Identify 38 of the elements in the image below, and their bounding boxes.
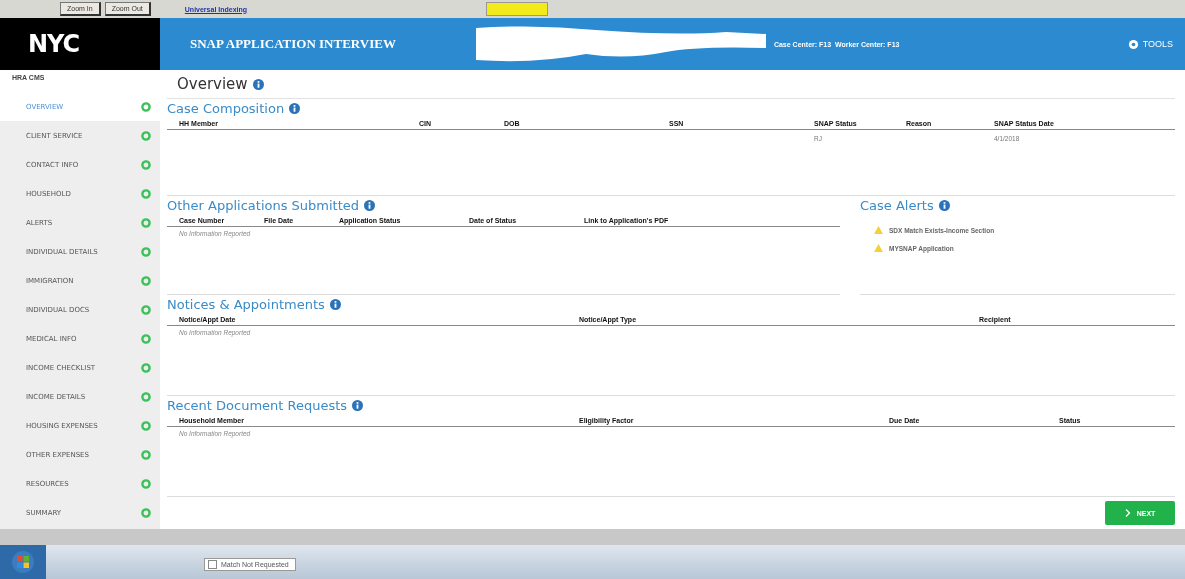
info-icon[interactable] — [352, 399, 364, 411]
warning-icon — [874, 226, 883, 234]
section-title: Case Alerts — [860, 197, 934, 213]
start-button[interactable] — [0, 545, 46, 579]
windows-logo-icon — [11, 550, 35, 574]
status-icon — [141, 507, 151, 518]
status-icon — [141, 362, 151, 373]
logo: NYC — [28, 30, 80, 58]
status-icon — [141, 159, 151, 170]
tools-button[interactable]: TOOLS — [1121, 37, 1179, 51]
app-title: SNAP APPLICATION INTERVIEW — [190, 36, 396, 52]
status-icon — [141, 304, 151, 315]
status-icon — [141, 478, 151, 489]
status-icon — [141, 420, 151, 431]
gear-icon — [1127, 38, 1139, 50]
status-icon — [141, 449, 151, 460]
info-icon[interactable] — [252, 78, 264, 90]
status-icon — [141, 275, 151, 286]
status-icon — [141, 188, 151, 199]
warning-icon — [874, 244, 883, 252]
section-title: Case Composition — [167, 100, 285, 116]
input-field[interactable] — [486, 2, 549, 16]
status-icon — [141, 130, 151, 141]
checkbox[interactable] — [208, 560, 217, 569]
info-icon[interactable] — [289, 102, 301, 114]
info-icon[interactable] — [938, 199, 950, 211]
section-title: Notices & Appointments — [167, 296, 325, 312]
info-icon[interactable] — [329, 298, 341, 310]
status-icon — [141, 246, 151, 257]
status-icon — [141, 101, 151, 112]
info-icon[interactable] — [364, 199, 376, 211]
page-title: Overview — [177, 75, 248, 93]
status-icon — [141, 333, 151, 344]
section-title: Other Applications Submitted — [167, 197, 360, 213]
status-icon — [141, 391, 151, 402]
status-icon — [141, 217, 151, 228]
chevron-icon — [1124, 509, 1131, 517]
section-title: Recent Document Requests — [167, 397, 348, 413]
